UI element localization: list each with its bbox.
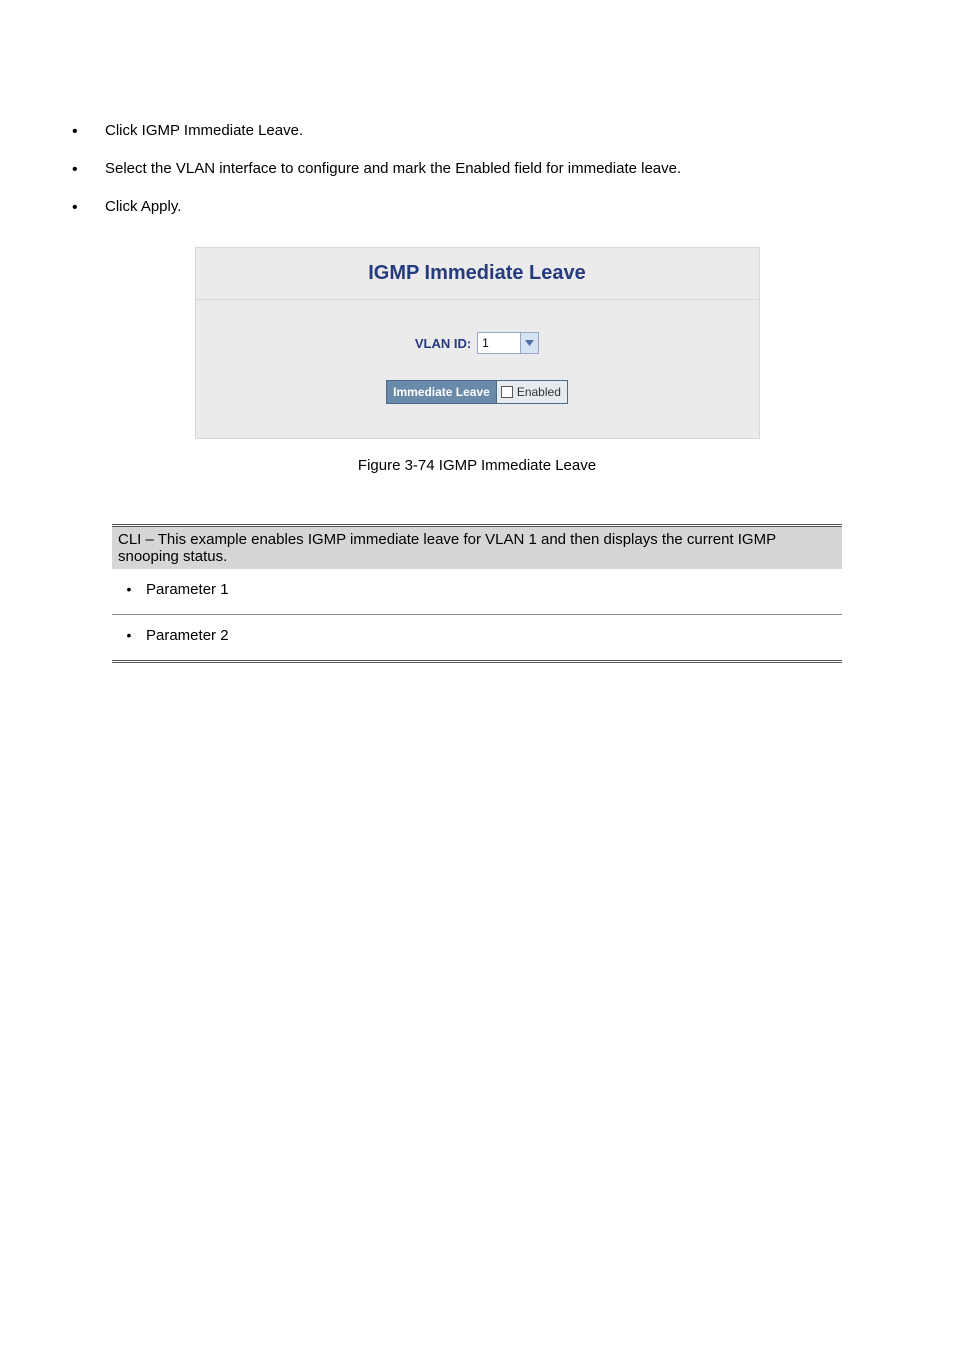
immediate-leave-value: Enabled — [497, 381, 567, 403]
vlan-id-select[interactable]: 1 — [477, 332, 539, 354]
immediate-leave-row: Immediate Leave Enabled — [386, 380, 568, 404]
instruction-text: Click Apply. — [105, 198, 181, 215]
instruction-text: Select the VLAN interface to configure a… — [105, 160, 681, 177]
cli-param-text: Parameter 1 — [146, 579, 842, 600]
instruction-text: Click IGMP Immediate Leave. — [105, 122, 303, 139]
cli-heading: CLI – This example enables IGMP immediat… — [112, 527, 842, 569]
vlan-row: VLAN ID: 1 — [415, 332, 539, 354]
panel-body: VLAN ID: 1 Immediate Leave Enabled — [196, 300, 759, 438]
cli-info-box: CLI – This example enables IGMP immediat… — [112, 524, 842, 663]
panel-header: IGMP Immediate Leave — [196, 248, 759, 300]
igmp-immediate-leave-panel: IGMP Immediate Leave VLAN ID: 1 Immediat… — [195, 247, 760, 439]
cli-param-text: Parameter 2 — [146, 625, 842, 646]
instruction-list: Click IGMP Immediate Leave. Select the V… — [60, 120, 894, 217]
instruction-item: Select the VLAN interface to configure a… — [60, 158, 894, 180]
chevron-down-icon — [520, 333, 538, 353]
immediate-leave-label: Immediate Leave — [387, 381, 497, 403]
cli-param-row: • Parameter 1 — [112, 569, 842, 614]
instruction-item: Click IGMP Immediate Leave. — [60, 120, 894, 142]
panel-title: IGMP Immediate Leave — [368, 262, 586, 284]
cli-param-row: • Parameter 2 — [112, 615, 842, 660]
instruction-item: Click Apply. — [60, 196, 894, 218]
bullet-icon: • — [112, 625, 146, 643]
vlan-id-label: VLAN ID: — [415, 336, 471, 351]
figure-caption: Figure 3-74 IGMP Immediate Leave — [60, 457, 894, 474]
vlan-id-value: 1 — [478, 333, 520, 353]
enabled-label: Enabled — [517, 385, 561, 399]
immediate-leave-checkbox[interactable] — [501, 386, 513, 398]
bullet-icon: • — [112, 579, 146, 597]
